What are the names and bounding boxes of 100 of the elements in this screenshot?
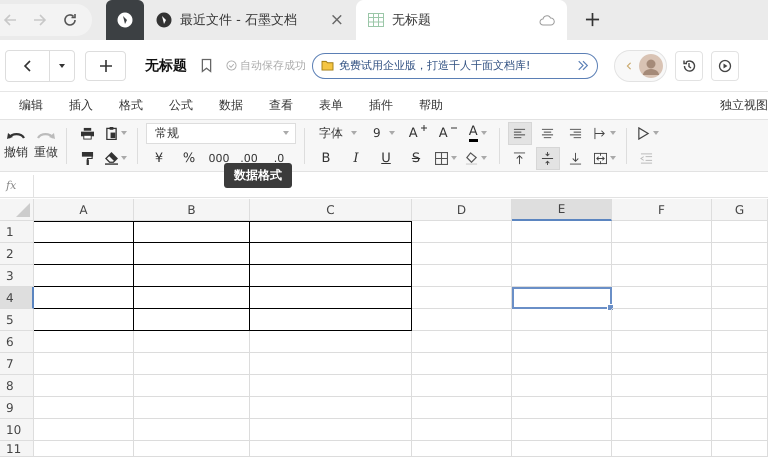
row-header[interactable]: 11 [0,441,34,457]
printer-icon [80,126,94,140]
collaborators-button[interactable] [614,50,667,82]
clipboard-icon [105,126,118,140]
pinned-tab[interactable] [106,0,144,40]
app-logo-icon [156,12,172,28]
table-cell[interactable] [34,309,134,331]
undo-icon [7,130,25,140]
align-left-button[interactable] [508,122,532,144]
menu-item[interactable]: 公式 [169,97,193,114]
column-header[interactable]: F [612,199,712,221]
align-left-icon [513,126,526,140]
row-header[interactable]: 4 [0,287,34,309]
tab-title: 无标题 [392,12,431,29]
menu-item[interactable]: 查看 [269,97,293,114]
strikethrough-button[interactable]: S [403,146,429,170]
table-cell[interactable] [134,309,250,331]
chevron-left-icon [625,62,633,70]
plus-icon [98,58,112,72]
document-title[interactable]: 无标题 [145,56,187,74]
table-cell[interactable] [250,243,412,265]
number-format-select[interactable]: 常规 [146,122,296,144]
promo-banner[interactable]: 免费试用企业版，打造千人千面文档库! [312,52,598,78]
avatar-icon [639,54,663,78]
history-button[interactable] [675,50,703,80]
eraser-icon [105,152,118,164]
currency-button[interactable]: ¥ [146,146,172,170]
redo-button[interactable]: 重做 [34,130,58,161]
cloud-icon [539,14,555,26]
caret-icon [121,131,127,135]
table-cell[interactable] [250,287,412,309]
increase-font-button[interactable]: A [404,122,431,144]
caret-icon [351,131,357,135]
row-header[interactable]: 6 [0,331,34,353]
align-top-icon [513,152,526,164]
caret-icon [610,156,616,160]
menu-item[interactable]: 格式 [119,97,143,114]
align-middle-icon [541,152,554,164]
new-button[interactable] [85,50,126,80]
row-header[interactable]: 7 [0,353,34,375]
column-header[interactable]: D [412,199,512,221]
font-color-button[interactable]: A [464,122,491,144]
forward-icon[interactable] [32,12,48,28]
table-cell[interactable] [250,309,412,331]
font-size-select[interactable]: 9 [367,122,401,144]
column-header[interactable]: E [512,199,612,221]
history-icon [682,58,696,72]
bookmark-icon[interactable] [201,58,212,73]
table-cell[interactable] [134,287,250,309]
row-header[interactable]: 5 [0,309,34,331]
table-cell[interactable] [34,243,134,265]
align-middle-button[interactable] [536,146,560,170]
menu-item[interactable]: 帮助 [419,97,443,114]
percent-button[interactable]: % [176,146,202,170]
menu-item[interactable]: 插件 [369,97,393,114]
close-tab-button[interactable]: × [330,10,344,30]
row-header[interactable]: 1 [0,221,34,243]
menu-item[interactable]: 插入 [69,97,93,114]
column-header[interactable]: G [712,199,768,221]
menu-item[interactable]: 数据 [219,97,243,114]
double-chevron-icon [577,60,589,71]
table-cell[interactable] [134,243,250,265]
back-icon[interactable] [2,12,18,28]
reload-icon[interactable] [62,12,78,28]
row-header[interactable]: 9 [0,397,34,419]
row-header[interactable]: 2 [0,243,34,265]
row-header[interactable]: 3 [0,265,34,287]
bold-button[interactable]: B [313,146,339,170]
select-all-corner[interactable] [0,199,34,221]
table-cell[interactable] [134,221,250,243]
menu-item[interactable]: 编辑 [19,97,43,114]
decrease-font-button[interactable]: A [434,122,461,144]
wrap-arrow-icon [594,126,607,140]
caret-icon [283,131,289,135]
row-header[interactable]: 10 [0,419,34,441]
browser-tab[interactable]: 最近文件 - 石墨文档 × [144,0,356,40]
browser-tab[interactable]: 无标题 [356,0,567,40]
table-cell[interactable] [250,221,412,243]
table-cell[interactable] [34,221,134,243]
paint-roller-icon [80,152,94,164]
plus-icon [420,124,427,130]
table-cell[interactable] [134,265,250,287]
new-tab-icon[interactable] [585,12,600,27]
redo-icon [37,130,55,140]
column-header[interactable]: B [134,199,250,221]
column-header[interactable]: A [34,199,134,221]
italic-button[interactable]: I [343,146,369,170]
table-cell[interactable] [34,265,134,287]
row-header[interactable]: 8 [0,375,34,397]
column-header[interactable]: C [250,199,412,221]
menu-item[interactable]: 表单 [319,97,343,114]
underline-button[interactable]: U [373,146,399,170]
active-cell[interactable] [512,287,612,309]
table-cell[interactable] [34,287,134,309]
fill-handle[interactable] [607,304,614,311]
standalone-view-menu[interactable]: 独立视图 [720,97,768,114]
undo-button[interactable]: 撤销 [4,130,28,161]
font-select[interactable]: 字体 [313,122,363,144]
table-cell[interactable] [250,265,412,287]
present-button[interactable] [711,50,739,80]
